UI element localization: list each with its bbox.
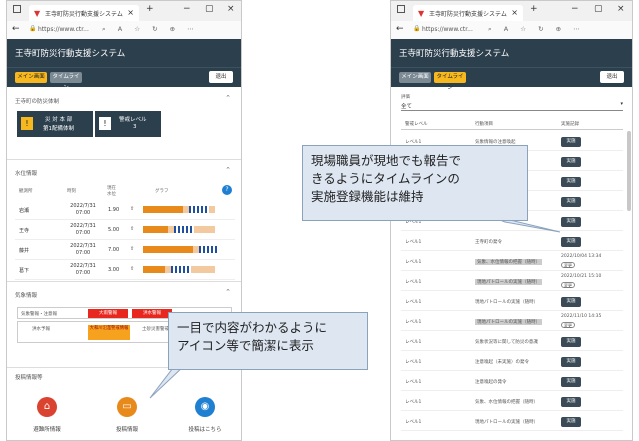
callout-right: 現場職員が現地でも報告で きるようにタイムラインの 実施登録機能は維持: [302, 145, 528, 221]
callout-left: 一目で内容がわかるように アイコン等で簡潔に表示: [168, 312, 368, 370]
